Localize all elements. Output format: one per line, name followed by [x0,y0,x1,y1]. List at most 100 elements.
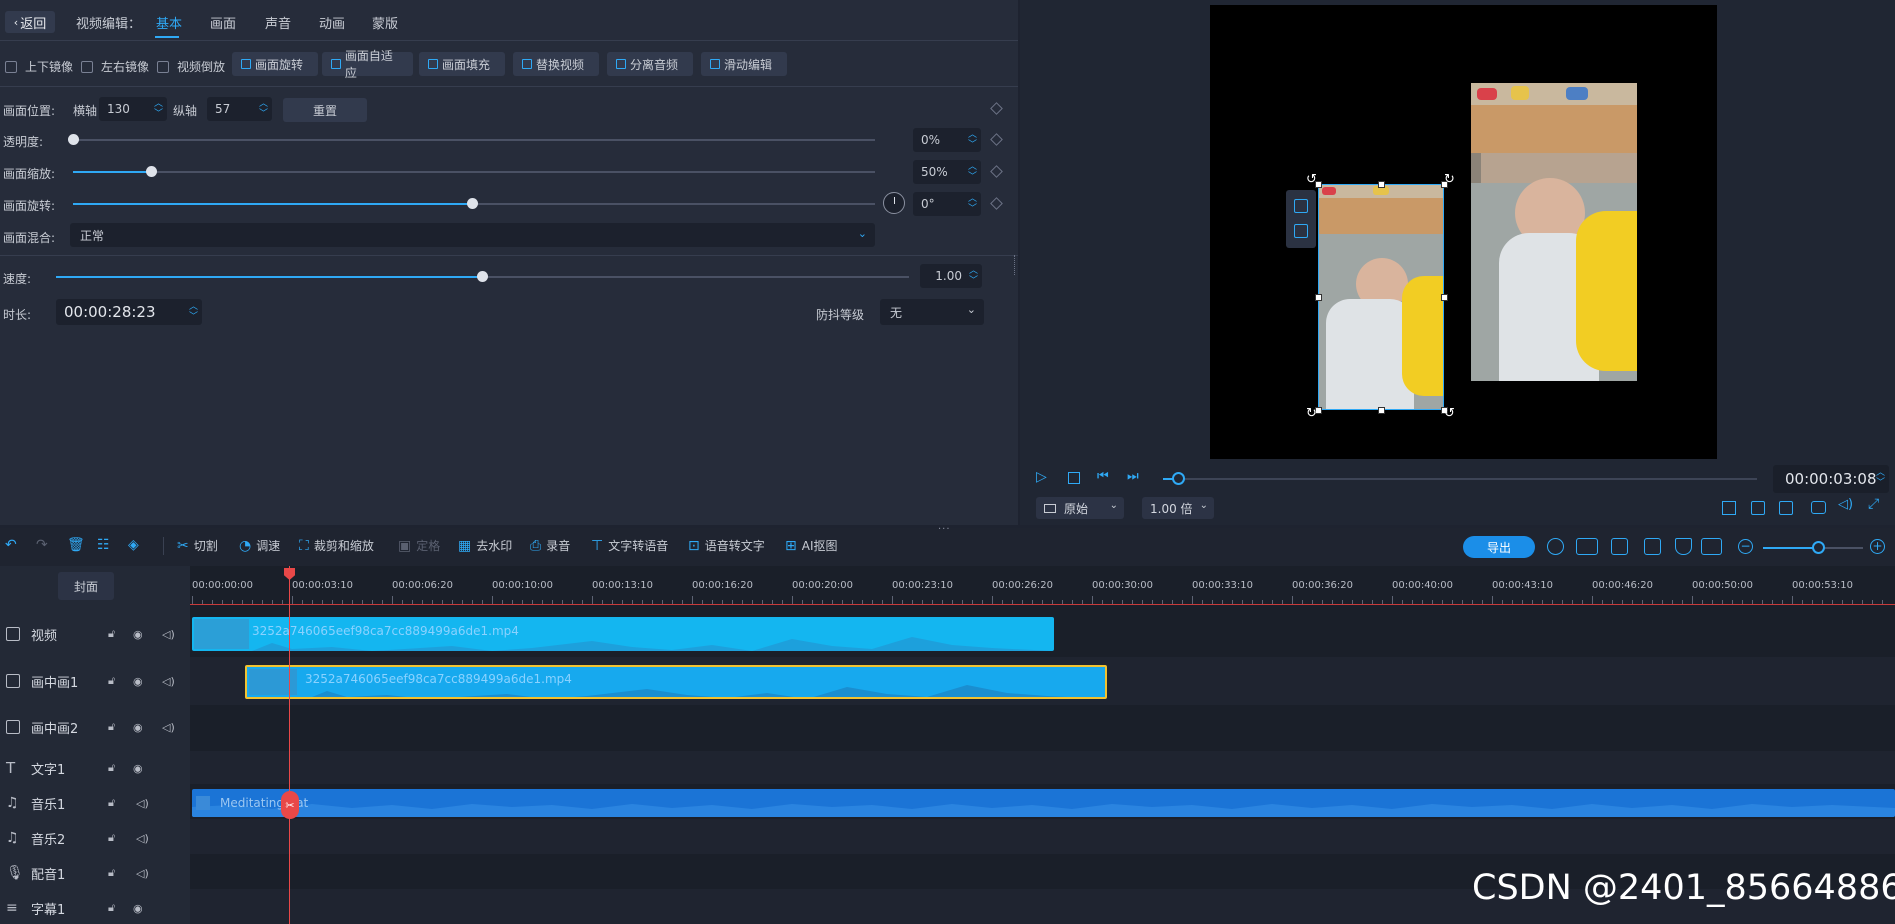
checkbox-box[interactable] [81,60,93,73]
flip-vertical-checkbox[interactable]: 上下镜像 [5,58,73,75]
eye-icon[interactable]: ◉ [133,721,143,734]
slide-edit-button[interactable]: 滑动编辑 [701,52,787,76]
stepper-arrows[interactable]: ︿ ﹀ [968,162,977,182]
x-position-input[interactable]: 130 ︿ ﹀ [99,97,167,121]
keyframe-diamond-icon[interactable] [990,102,1003,115]
resize-handle[interactable] [1441,294,1448,301]
play-icon[interactable]: ▷ [1036,469,1047,485]
tab-picture[interactable]: 画面 [210,13,236,32]
aspect-ratio-select[interactable]: 原始 ⌄ [1036,497,1124,519]
rotate-corner-icon[interactable]: ↺ [1306,172,1317,187]
reverse-video-checkbox[interactable]: 视频倒放 [157,58,225,75]
eye-icon[interactable]: ◉ [133,675,143,688]
crop-icon[interactable] [1294,199,1308,213]
rotate-corner-icon[interactable]: ↺ [1444,406,1455,421]
layout-icon[interactable] [1722,501,1736,515]
rotation-dial-icon[interactable] [883,192,905,214]
mirror-icon[interactable] [1611,538,1628,555]
reset-button[interactable]: 重置 [283,98,367,122]
fill-button[interactable]: 画面填充 [419,52,505,76]
speed-input[interactable]: 1.00 ︿ ﹀ [920,264,982,288]
subtitle-icon[interactable] [1779,501,1793,515]
playhead[interactable] [289,566,290,924]
marker-icon[interactable] [1675,538,1692,555]
snapshot-camera-icon[interactable] [1811,501,1826,514]
keyframe-diamond-icon[interactable] [990,165,1003,178]
track-row-music2[interactable] [190,819,1895,854]
separate-audio-button[interactable]: 分离音频 [607,52,693,76]
rotate-corner-icon[interactable]: ↻ [1306,406,1317,421]
stepper-arrows[interactable]: ︿ ﹀ [968,194,977,214]
preview-timecode[interactable]: 00:00:03:08 ︿ ﹀ [1773,465,1889,493]
rotate-corner-icon[interactable]: ↻ [1444,172,1455,187]
eye-icon[interactable]: ◉ [133,628,143,641]
zoom-out-icon[interactable]: − [1738,539,1753,554]
stabilize-select[interactable]: 无 ⌄ [880,299,984,325]
lock-icon[interactable]: 🔓︎ [108,901,115,915]
speaker-icon[interactable]: ◁) [162,628,175,641]
eye-icon[interactable]: ◉ [133,902,143,915]
cover-button[interactable]: 封面 [58,572,114,600]
speed-button[interactable]: ◔ 调速 [239,537,280,554]
text-to-speech-button[interactable]: ⊤ 文字转语音 [591,537,668,554]
stepper-arrows[interactable]: ︿ ﹀ [259,99,268,119]
replace-video-button[interactable]: 替换视频 [513,52,599,76]
resize-grip-icon[interactable]: ··· [938,524,951,535]
fullscreen-fit-icon[interactable] [1294,224,1308,238]
selection-box[interactable] [1318,184,1444,410]
flip-horizontal-checkbox[interactable]: 左右镜像 [81,58,149,75]
scale-slider-knob[interactable] [146,166,157,177]
tab-animation[interactable]: 动画 [319,13,345,32]
music-clip[interactable]: Meditating Cat [192,789,1895,817]
zoom-slider-knob[interactable] [1812,541,1825,554]
next-frame-icon[interactable]: ⏭ [1127,469,1139,484]
scale-slider-track[interactable] [73,171,875,173]
track-settings-button[interactable]: ☷ [97,537,110,553]
scale-input[interactable]: 50% ︿ ﹀ [913,160,981,184]
checkbox-box[interactable] [5,60,17,73]
remove-watermark-button[interactable]: ▦ 去水印 [458,537,512,554]
opacity-slider-track[interactable] [73,139,875,141]
rotation-slider-knob[interactable] [467,198,478,209]
track-row-text1[interactable] [190,751,1895,784]
video-clip[interactable]: 3252a746065eef98ca7cc889499a6de1.mp4 [192,617,1054,651]
speech-to-text-button[interactable]: ⊡ 语音转文字 [688,537,765,554]
stepper-arrows[interactable]: ︿ ﹀ [189,302,198,322]
speaker-icon[interactable]: ◁) [136,832,149,845]
y-position-input[interactable]: 57 ︿ ﹀ [207,97,272,121]
duration-input[interactable]: 00:00:28:23 ︿ ﹀ [56,299,202,325]
lock-icon[interactable]: 🔓︎ [108,720,115,734]
speaker-icon[interactable]: ◁) [136,867,149,880]
preview-progress-knob[interactable] [1172,472,1185,485]
lock-icon[interactable]: 🔓︎ [108,674,115,688]
tab-sound[interactable]: 声音 [265,13,291,32]
speaker-icon[interactable]: ◁) [136,797,149,810]
zoom-in-icon[interactable]: + [1870,539,1885,554]
delete-button[interactable]: 🗑︎ [67,537,85,553]
back-button[interactable]: ‹ 返回 [5,11,55,33]
fullscreen-icon[interactable]: ⤢ [1868,496,1879,512]
stepper-arrows[interactable]: ︿ ﹀ [154,99,163,119]
freeze-frame-button[interactable]: ▣ 定格 [398,537,440,554]
resize-handle[interactable] [1378,407,1385,414]
split-screen-icon[interactable] [1576,538,1598,555]
undo-button[interactable]: ↶ [5,537,17,553]
cut-button[interactable]: ✂ 切割 [177,537,218,554]
lock-icon[interactable]: 🔓︎ [108,627,115,641]
resize-handle[interactable] [1378,181,1385,188]
eye-icon[interactable]: ◉ [133,762,143,775]
auto-fit-button[interactable]: 画面自适应 [322,49,413,80]
keyframe-diamond-icon[interactable] [990,133,1003,146]
panel-resize-grip[interactable] [1014,255,1017,275]
tab-basic[interactable]: 基本 [156,13,182,32]
track-row-pip2[interactable] [190,705,1895,751]
stepper-arrows[interactable]: ︿ ﹀ [1876,468,1885,488]
keyframe-diamond-icon[interactable] [990,197,1003,210]
speaker-icon[interactable]: ◁) [162,675,175,688]
lock-icon[interactable]: 🔓︎ [108,796,115,810]
playback-speed-select[interactable]: 1.00 倍 ⌄ [1142,497,1214,519]
playhead-scissors-icon[interactable]: ✂ [281,791,299,819]
stepper-arrows[interactable]: ︿ ﹀ [969,266,978,286]
lock-icon[interactable]: 🔓︎ [108,761,115,775]
lock-icon[interactable]: 🔓︎ [108,866,115,880]
